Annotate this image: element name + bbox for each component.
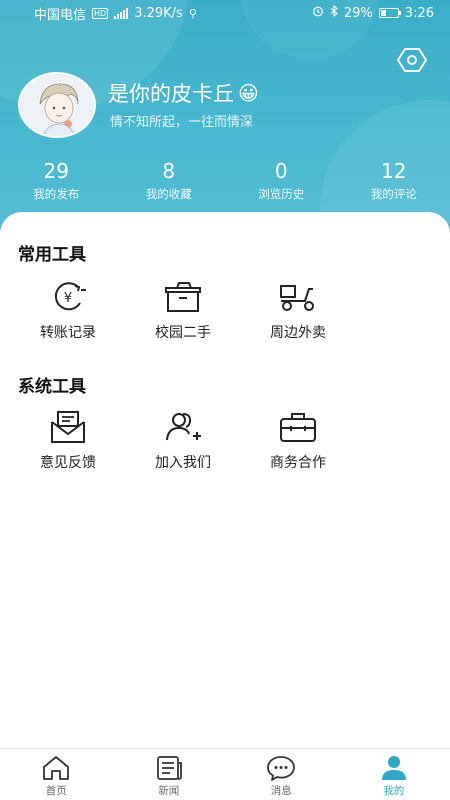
username-text: 是你的皮卡丘 [108,82,234,106]
tab-profile[interactable]: 我的 [338,749,450,800]
profile-bio: 情不知所起，一往而情深 [110,115,254,130]
tab-label: 消息 [270,785,292,797]
delivery-scooter-icon [278,280,318,314]
settings-button[interactable] [396,44,428,76]
stat-label: 我的评论 [370,187,417,201]
add-user-icon [163,410,203,444]
hexagon-settings-icon [397,48,427,72]
stat-posts[interactable]: 29 我的发布 [0,158,113,204]
tab-label: 我的 [383,785,405,797]
tab-news[interactable]: 新闻 [113,749,226,800]
common-tools-title: 常用工具 [18,245,86,265]
stat-value: 12 [381,159,407,183]
feedback-mail-icon [48,410,88,444]
home-icon [41,755,71,781]
hd-badge: HD [92,7,109,19]
tool-join-us[interactable]: 加入我们 [133,410,233,480]
profile-stats: 29 我的发布 8 我的收藏 0 浏览历史 12 我的评论 [0,158,450,204]
briefcase-icon [278,410,318,444]
tool-label: 加入我们 [155,455,211,471]
tool-label: 意见反馈 [40,455,96,471]
tool-transfer-record[interactable]: ¥ 转账记录 [18,280,118,350]
news-icon [154,755,184,781]
tool-label: 校园二手 [155,325,211,341]
stat-comments[interactable]: 12 我的评论 [338,158,450,204]
tool-campus-secondhand[interactable]: 校园二手 [133,280,233,350]
battery-icon [378,8,401,18]
tool-feedback[interactable]: 意见反馈 [18,410,118,480]
secondhand-box-icon [163,280,203,314]
system-tools-title: 系统工具 [18,377,86,397]
stat-favorites[interactable]: 8 我的收藏 [113,158,226,204]
tool-business-cooperation[interactable]: 商务合作 [248,410,348,480]
carrier-label: 中国电信 [34,7,87,23]
bluetooth-icon [330,4,338,21]
profile-icon [379,755,409,781]
stat-history[interactable]: 0 浏览历史 [225,158,338,204]
bottom-tab-bar: 首页 新闻 消息 我的 [0,748,450,800]
usb-icon: ⚲ [188,6,197,20]
tool-label: 转账记录 [40,325,96,341]
username: 是你的皮卡丘 😀 [108,78,259,108]
network-speed: 3.29K/s [134,5,183,21]
transfer-record-icon: ¥ [48,280,88,314]
tab-label: 首页 [45,785,67,797]
tool-nearby-delivery[interactable]: 周边外卖 [248,280,348,350]
stat-label: 我的收藏 [145,187,192,201]
clock: 3:26 [404,5,434,21]
tools-panel: 常用工具 ¥ 转账记录 校园二手 周边外卖 系统工具 意见反馈 加入我们 商务合… [0,212,450,748]
stat-label: 浏览历史 [258,187,305,201]
stat-value: 29 [43,159,69,183]
battery-percent: 29% [343,5,373,21]
tool-label: 商务合作 [270,455,326,471]
tab-label: 新闻 [158,785,180,797]
tab-messages[interactable]: 消息 [225,749,338,800]
svg-text:¥: ¥ [64,291,72,306]
tab-home[interactable]: 首页 [0,749,113,800]
message-icon [266,755,296,781]
signal-icon [114,7,129,19]
stat-value: 0 [274,159,288,183]
alarm-icon [312,5,324,21]
tool-label: 周边外卖 [270,325,326,341]
stat-value: 8 [162,159,176,183]
stat-label: 我的发布 [33,187,80,201]
avatar[interactable] [18,72,96,138]
status-bar: 中国电信 HD 3.29K/s ⚲ 29% 3:26 [0,0,450,26]
grinning-emoji: 😀 [238,81,259,105]
